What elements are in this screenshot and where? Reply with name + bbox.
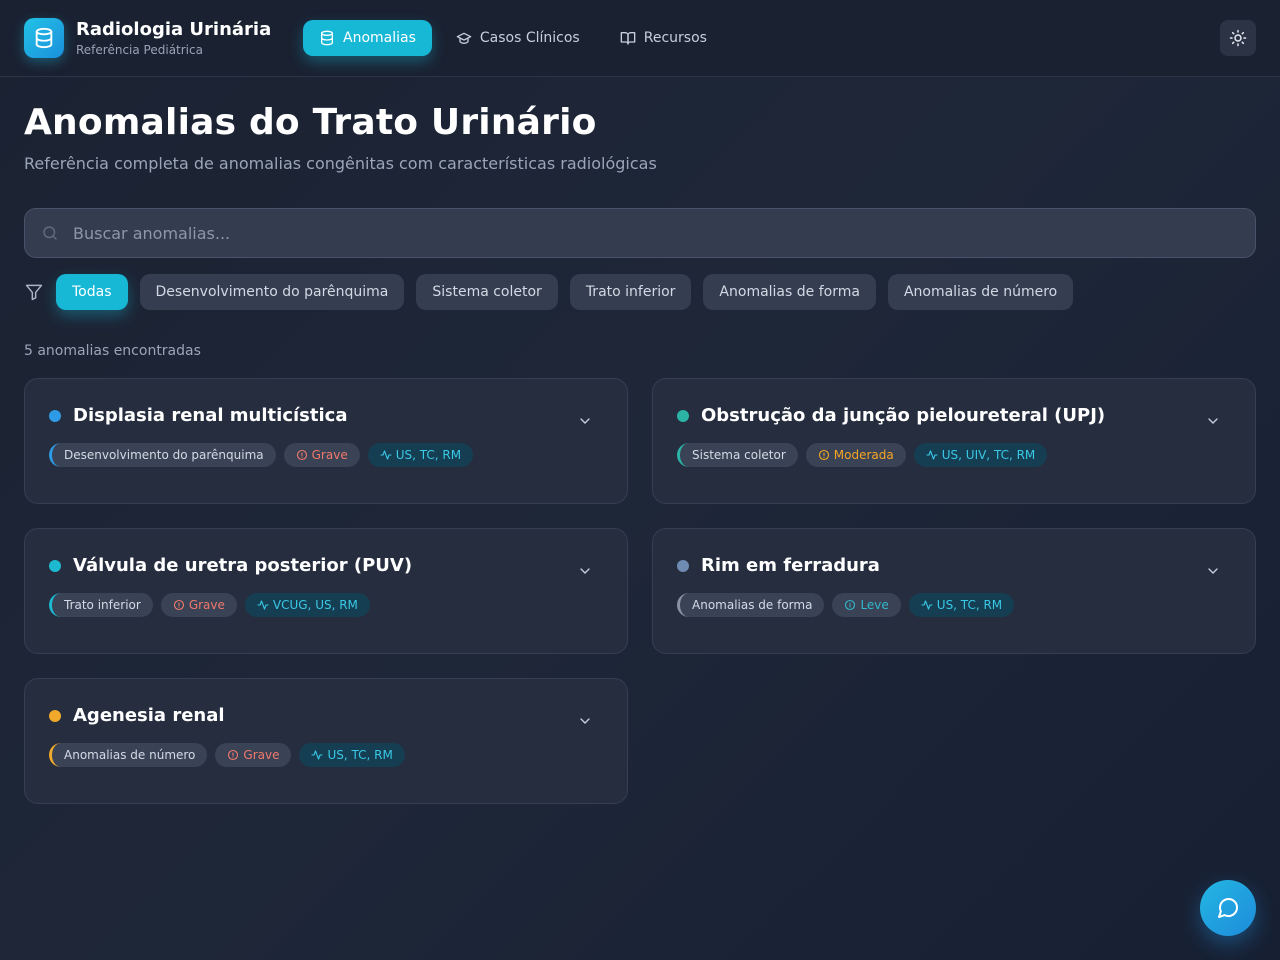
activity-icon [257, 599, 269, 611]
search-box [24, 208, 1256, 258]
chat-bubble-icon [1216, 896, 1240, 920]
severity-badge: Leve [832, 593, 901, 617]
main-nav: Anomalias Casos Clínicos Recursos [303, 20, 731, 56]
database-icon [319, 30, 335, 46]
anomaly-card[interactable]: Válvula de uretra posterior (PUV) Trato … [24, 528, 628, 654]
chevron-down-icon[interactable] [577, 413, 593, 429]
filter-chip-sistema-coletor[interactable]: Sistema coletor [416, 274, 558, 310]
severity-label: Grave [243, 748, 280, 762]
status-dot [677, 409, 689, 422]
severity-label: Leve [860, 598, 889, 612]
chat-button[interactable] [1200, 880, 1256, 936]
filter-chip-numero[interactable]: Anomalias de número [887, 274, 1074, 310]
modality-label: US, TC, RM [395, 448, 462, 462]
sun-icon [1229, 29, 1247, 47]
status-dot [677, 559, 689, 572]
nav-casos-clinicos[interactable]: Casos Clínicos [440, 20, 596, 56]
severity-label: Grave [311, 448, 348, 462]
nav-recursos[interactable]: Recursos [604, 20, 723, 56]
category-badge: Anomalias de número [49, 743, 208, 767]
card-title: Displasia renal multicística [73, 405, 348, 426]
search-icon [41, 224, 59, 242]
modality-badge: VCUG, US, RM [244, 593, 370, 617]
graduation-cap-icon [456, 30, 472, 46]
info-icon [844, 599, 856, 611]
filter-icon [24, 282, 44, 302]
database-icon [24, 18, 64, 58]
nav-label: Casos Clínicos [479, 30, 580, 46]
modality-badge: US, TC, RM [908, 593, 1015, 617]
book-icon [620, 30, 636, 46]
alert-circle-icon [227, 749, 239, 761]
activity-icon [311, 749, 324, 761]
modality-badge: US, TC, RM [367, 443, 474, 467]
status-dot [49, 709, 61, 722]
severity-label: Grave [188, 598, 225, 612]
activity-icon [380, 449, 392, 461]
alert-circle-icon [173, 599, 185, 611]
app-subtitle: Referência Pediátrica [76, 42, 203, 57]
modality-label: US, UIV, TC, RM [941, 448, 1036, 462]
card-title: Rim em ferradura [701, 555, 880, 576]
status-dot [49, 559, 61, 572]
anomaly-card[interactable]: Obstrução da junção pieloureteral (UPJ) … [652, 378, 1256, 504]
filter-chip-todas[interactable]: Todas [56, 274, 128, 310]
chevron-down-icon[interactable] [1205, 413, 1221, 429]
severity-badge: Grave [160, 593, 237, 617]
alert-circle-icon [296, 449, 308, 461]
activity-icon [926, 449, 938, 461]
category-badge: Desenvolvimento do parênquima [49, 443, 276, 467]
category-badge: Anomalias de forma [677, 593, 825, 617]
modality-label: US, TC, RM [327, 748, 393, 762]
nav-label: Anomalias [343, 30, 416, 46]
severity-badge: Grave [283, 443, 360, 467]
page-subtitle: Referência completa de anomalias congêni… [24, 154, 657, 173]
filter-chip-trato-inferior[interactable]: Trato inferior [569, 274, 692, 310]
anomaly-card[interactable]: Agenesia renal Anomalias de número Grave… [24, 678, 628, 804]
nav-anomalias[interactable]: Anomalias [303, 20, 432, 56]
severity-badge: Moderada [805, 443, 906, 467]
page-title: Anomalias do Trato Urinário [24, 102, 597, 143]
top-navigation-bar: Radiologia Urinária Referência Pediátric… [0, 0, 1280, 77]
modality-badge: US, TC, RM [299, 743, 405, 767]
search-input[interactable] [73, 209, 1243, 257]
chevron-down-icon[interactable] [577, 713, 593, 729]
filter-bar: Todas Desenvolvimento do parênquima Sist… [24, 274, 1085, 310]
card-title: Obstrução da junção pieloureteral (UPJ) [701, 405, 1106, 426]
modality-label: US, TC, RM [936, 598, 1003, 612]
status-dot [49, 409, 61, 422]
filter-chip-parenquima[interactable]: Desenvolvimento do parênquima [139, 274, 405, 310]
modality-label: VCUG, US, RM [272, 598, 358, 612]
theme-toggle-button[interactable] [1220, 20, 1256, 56]
severity-label: Moderada [833, 448, 894, 462]
category-badge: Trato inferior [49, 593, 153, 617]
brand[interactable]: Radiologia Urinária Referência Pediátric… [24, 18, 271, 58]
activity-icon [921, 599, 933, 611]
anomaly-card[interactable]: Displasia renal multicística Desenvolvim… [24, 378, 628, 504]
app-title: Radiologia Urinária [76, 18, 272, 40]
category-badge: Sistema coletor [677, 443, 798, 467]
chevron-down-icon[interactable] [577, 563, 593, 579]
alert-circle-icon [818, 449, 830, 461]
card-title: Agenesia renal [73, 705, 225, 726]
filter-chip-forma[interactable]: Anomalias de forma [703, 274, 876, 310]
severity-badge: Grave [215, 743, 292, 767]
anomaly-card[interactable]: Rim em ferradura Anomalias de forma Leve… [652, 528, 1256, 654]
results-count: 5 anomalias encontradas [24, 343, 201, 359]
nav-label: Recursos [643, 30, 707, 46]
modality-badge: US, UIV, TC, RM [913, 443, 1048, 467]
chevron-down-icon[interactable] [1205, 563, 1221, 579]
card-title: Válvula de uretra posterior (PUV) [73, 555, 413, 576]
